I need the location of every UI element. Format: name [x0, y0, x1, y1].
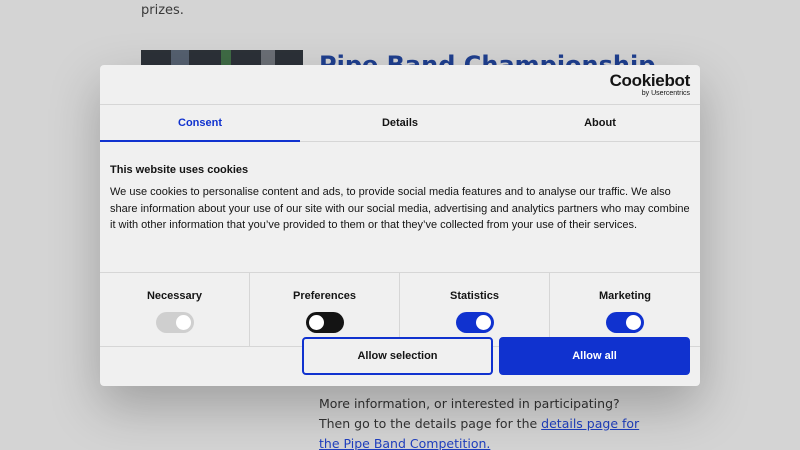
necessary-switch — [155, 312, 194, 333]
toggle-label-preferences: Preferences — [293, 290, 356, 302]
content-text: We use cookies to personalise content an… — [110, 186, 690, 231]
logo-sub-text: by Usercentrics — [641, 90, 690, 97]
content-title: This website uses cookies — [110, 164, 249, 176]
prizes-text: prizes. — [141, 3, 184, 18]
switch-knob — [308, 315, 324, 330]
cookiebot-logo: Cookiebot by Usercentrics — [609, 71, 691, 98]
logo-main-text: Cookiebot — [609, 71, 691, 90]
article-title[interactable]: Pipe Band Championship — [319, 52, 655, 66]
more-info-paragraph: More information, or interested in parti… — [319, 394, 649, 450]
toggle-label-marketing: Marketing — [599, 290, 651, 302]
dialog-tabs: Consent Details About — [100, 105, 700, 142]
allow-all-button[interactable]: Allow all — [499, 337, 690, 375]
allow-selection-button[interactable]: Allow selection — [302, 337, 493, 375]
cookie-consent-dialog: Cookiebot by Usercentrics Consent Detail… — [100, 65, 700, 386]
dialog-buttons: Allow selection Allow all — [100, 336, 700, 386]
marketing-switch[interactable] — [606, 312, 644, 333]
tab-details[interactable]: Details — [300, 105, 500, 141]
toggle-label-statistics: Statistics — [450, 290, 499, 302]
preferences-switch[interactable] — [305, 312, 344, 333]
tab-consent[interactable]: Consent — [100, 105, 300, 142]
switch-knob — [626, 315, 641, 330]
dialog-header: Cookiebot by Usercentrics — [100, 65, 700, 105]
consent-content: This website uses cookies We use cookies… — [100, 163, 700, 272]
switch-knob — [475, 315, 491, 330]
statistics-switch[interactable] — [455, 312, 494, 333]
toggle-label-necessary: Necessary — [146, 290, 203, 302]
switch-knob — [175, 315, 191, 330]
tab-about[interactable]: About — [500, 105, 700, 141]
